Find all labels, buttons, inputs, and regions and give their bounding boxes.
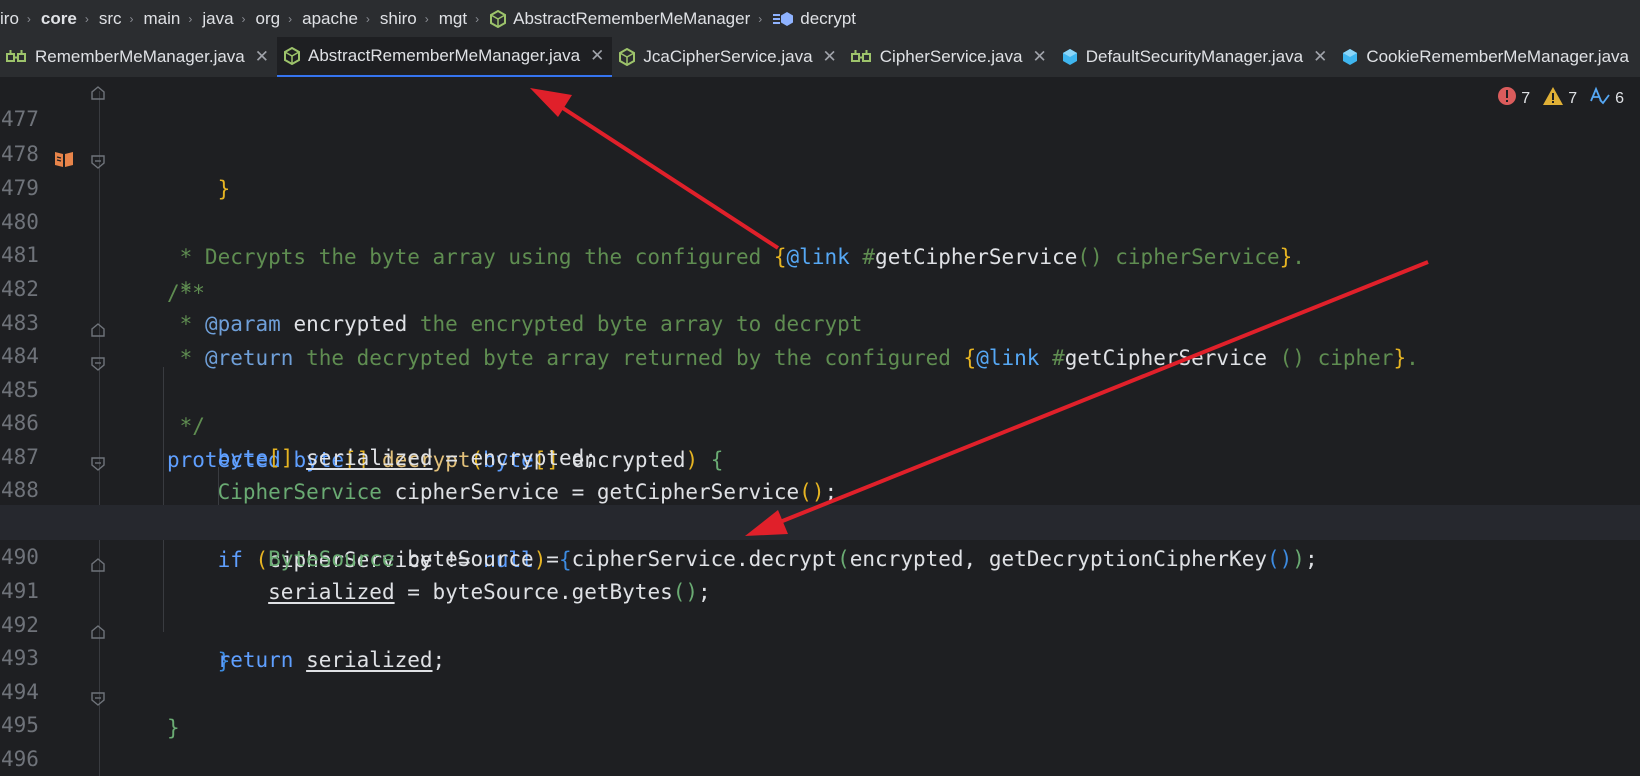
breadcrumb-item-shiro[interactable]: shiro bbox=[372, 9, 423, 29]
code-line: 494 bbox=[0, 640, 1640, 704]
class-icon bbox=[1061, 48, 1079, 66]
chevron-right-icon: › bbox=[188, 11, 193, 26]
breadcrumb-item-apache[interactable]: apache bbox=[294, 9, 364, 29]
breadcrumb-item-label: decrypt bbox=[800, 8, 857, 28]
error-icon bbox=[1497, 86, 1517, 111]
typo-count-value: 6 bbox=[1615, 89, 1624, 107]
tab-remember-me-manager[interactable]: RememberMeManager.java ✕ bbox=[0, 37, 277, 77]
code-line: 482 * @param encrypted the encrypted byt… bbox=[0, 237, 1640, 336]
warning-count[interactable]: 7 bbox=[1542, 86, 1577, 111]
chevron-right-icon: › bbox=[288, 11, 293, 26]
tab-cookie-remember-me-manager[interactable]: CookieRememberMeManager.java ✕ bbox=[1335, 37, 1640, 77]
method-icon bbox=[772, 10, 794, 28]
error-count-value: 7 bbox=[1521, 89, 1531, 107]
abstract-class-icon bbox=[618, 48, 636, 66]
code-line: 491 } bbox=[0, 539, 1640, 673]
code-line: 486 byte[] serialized = encrypted; bbox=[0, 371, 1640, 470]
code-line: 478 bbox=[0, 102, 1640, 166]
tab-label: AbstractRememberMeManager.java bbox=[308, 46, 581, 65]
tab-label: CipherService.java bbox=[879, 47, 1023, 66]
breadcrumb-item-java[interactable]: java bbox=[194, 9, 239, 29]
close-icon[interactable]: ✕ bbox=[1313, 47, 1327, 67]
class-icon bbox=[1341, 48, 1359, 66]
code-editor[interactable]: 477 } 478 479 /** 480 * Decrypts the byt… bbox=[0, 77, 1640, 776]
chevron-right-icon: › bbox=[365, 11, 370, 26]
breadcrumb: iro › core › src › main › java › org › a… bbox=[0, 0, 1640, 37]
tab-cipher-service[interactable]: CipherService.java ✕ bbox=[845, 37, 1055, 77]
code-line: 480 * Decrypts the byte array using the … bbox=[0, 170, 1640, 269]
code-line: 496 * Serializes the given {@code princi… bbox=[0, 707, 1640, 771]
code-line: 488 if (cipherService != null) { bbox=[0, 438, 1640, 572]
tab-label: DefaultSecurityManager.java bbox=[1085, 47, 1304, 66]
tab-label: JcaCipherService.java bbox=[643, 47, 813, 66]
chevron-right-icon: › bbox=[26, 11, 31, 26]
tab-label: CookieRememberMeManager.java bbox=[1366, 47, 1629, 66]
breadcrumb-item-core[interactable]: core bbox=[33, 9, 83, 29]
line-number: 496 bbox=[1, 747, 39, 771]
typo-count[interactable]: 6 bbox=[1589, 86, 1624, 111]
breadcrumb-item-mgt[interactable]: mgt bbox=[431, 9, 473, 29]
typo-icon bbox=[1589, 86, 1611, 111]
interface-icon bbox=[6, 49, 28, 65]
breadcrumb-item-iro[interactable]: iro bbox=[0, 9, 25, 29]
warning-count-value: 7 bbox=[1568, 89, 1578, 107]
code-line: 484 */ bbox=[0, 304, 1640, 438]
breadcrumb-item-label: AbstractRememberMeManager bbox=[513, 8, 751, 28]
tab-default-security-manager[interactable]: DefaultSecurityManager.java ✕ bbox=[1055, 37, 1336, 77]
code-line: 479 /** bbox=[0, 136, 1640, 305]
breadcrumb-item-class[interactable]: AbstractRememberMeManager bbox=[481, 9, 756, 29]
close-icon[interactable]: ✕ bbox=[590, 46, 604, 66]
code-line: 489 ByteSource byteSource = cipherServic… bbox=[0, 472, 1640, 571]
breadcrumb-item-main[interactable]: main bbox=[136, 9, 187, 29]
close-icon[interactable]: ✕ bbox=[823, 47, 837, 67]
code-line: 492 return serialized; bbox=[0, 573, 1640, 672]
close-icon[interactable]: ✕ bbox=[1032, 47, 1046, 67]
breadcrumb-item-method[interactable]: decrypt bbox=[764, 9, 862, 29]
close-icon[interactable]: ✕ bbox=[255, 47, 269, 67]
editor-tab-bar: RememberMeManager.java ✕ AbstractRemembe… bbox=[0, 37, 1640, 78]
code-line: 483 * @return the decrypted byte array r… bbox=[0, 271, 1640, 370]
code-line: 477 } bbox=[0, 77, 1640, 201]
code-line-current: 490 serialized = byteSource.getBytes(); bbox=[0, 505, 1640, 604]
error-count[interactable]: 7 bbox=[1497, 86, 1530, 111]
chevron-right-icon: › bbox=[241, 11, 246, 26]
inspection-widget[interactable]: 7 7 6 bbox=[1497, 86, 1624, 111]
abstract-class-icon bbox=[283, 47, 301, 65]
code-line: 481 * bbox=[0, 203, 1640, 302]
code-line: 495 /** bbox=[0, 673, 1640, 737]
chevron-right-icon: › bbox=[84, 11, 89, 26]
code-line: 493 } bbox=[0, 606, 1640, 740]
warning-icon bbox=[1542, 86, 1564, 111]
breadcrumb-item-org[interactable]: org bbox=[248, 9, 287, 29]
breadcrumb-item-src[interactable]: src bbox=[91, 9, 128, 29]
abstract-class-icon bbox=[489, 9, 507, 28]
chevron-right-icon: › bbox=[129, 11, 134, 26]
chevron-right-icon: › bbox=[475, 11, 480, 26]
interface-icon bbox=[850, 49, 873, 65]
chevron-right-icon: › bbox=[424, 11, 429, 26]
code-line: 485 protected byte[] decrypt(byte[] encr… bbox=[0, 338, 1640, 472]
tab-jca-cipher-service[interactable]: JcaCipherService.java ✕ bbox=[612, 37, 844, 77]
tab-abstract-remember-me-manager[interactable]: AbstractRememberMeManager.java ✕ bbox=[277, 37, 613, 77]
tab-label: RememberMeManager.java bbox=[35, 47, 245, 66]
code-line: 487 CipherService cipherService = getCip… bbox=[0, 405, 1640, 504]
chevron-right-icon: › bbox=[758, 11, 763, 26]
